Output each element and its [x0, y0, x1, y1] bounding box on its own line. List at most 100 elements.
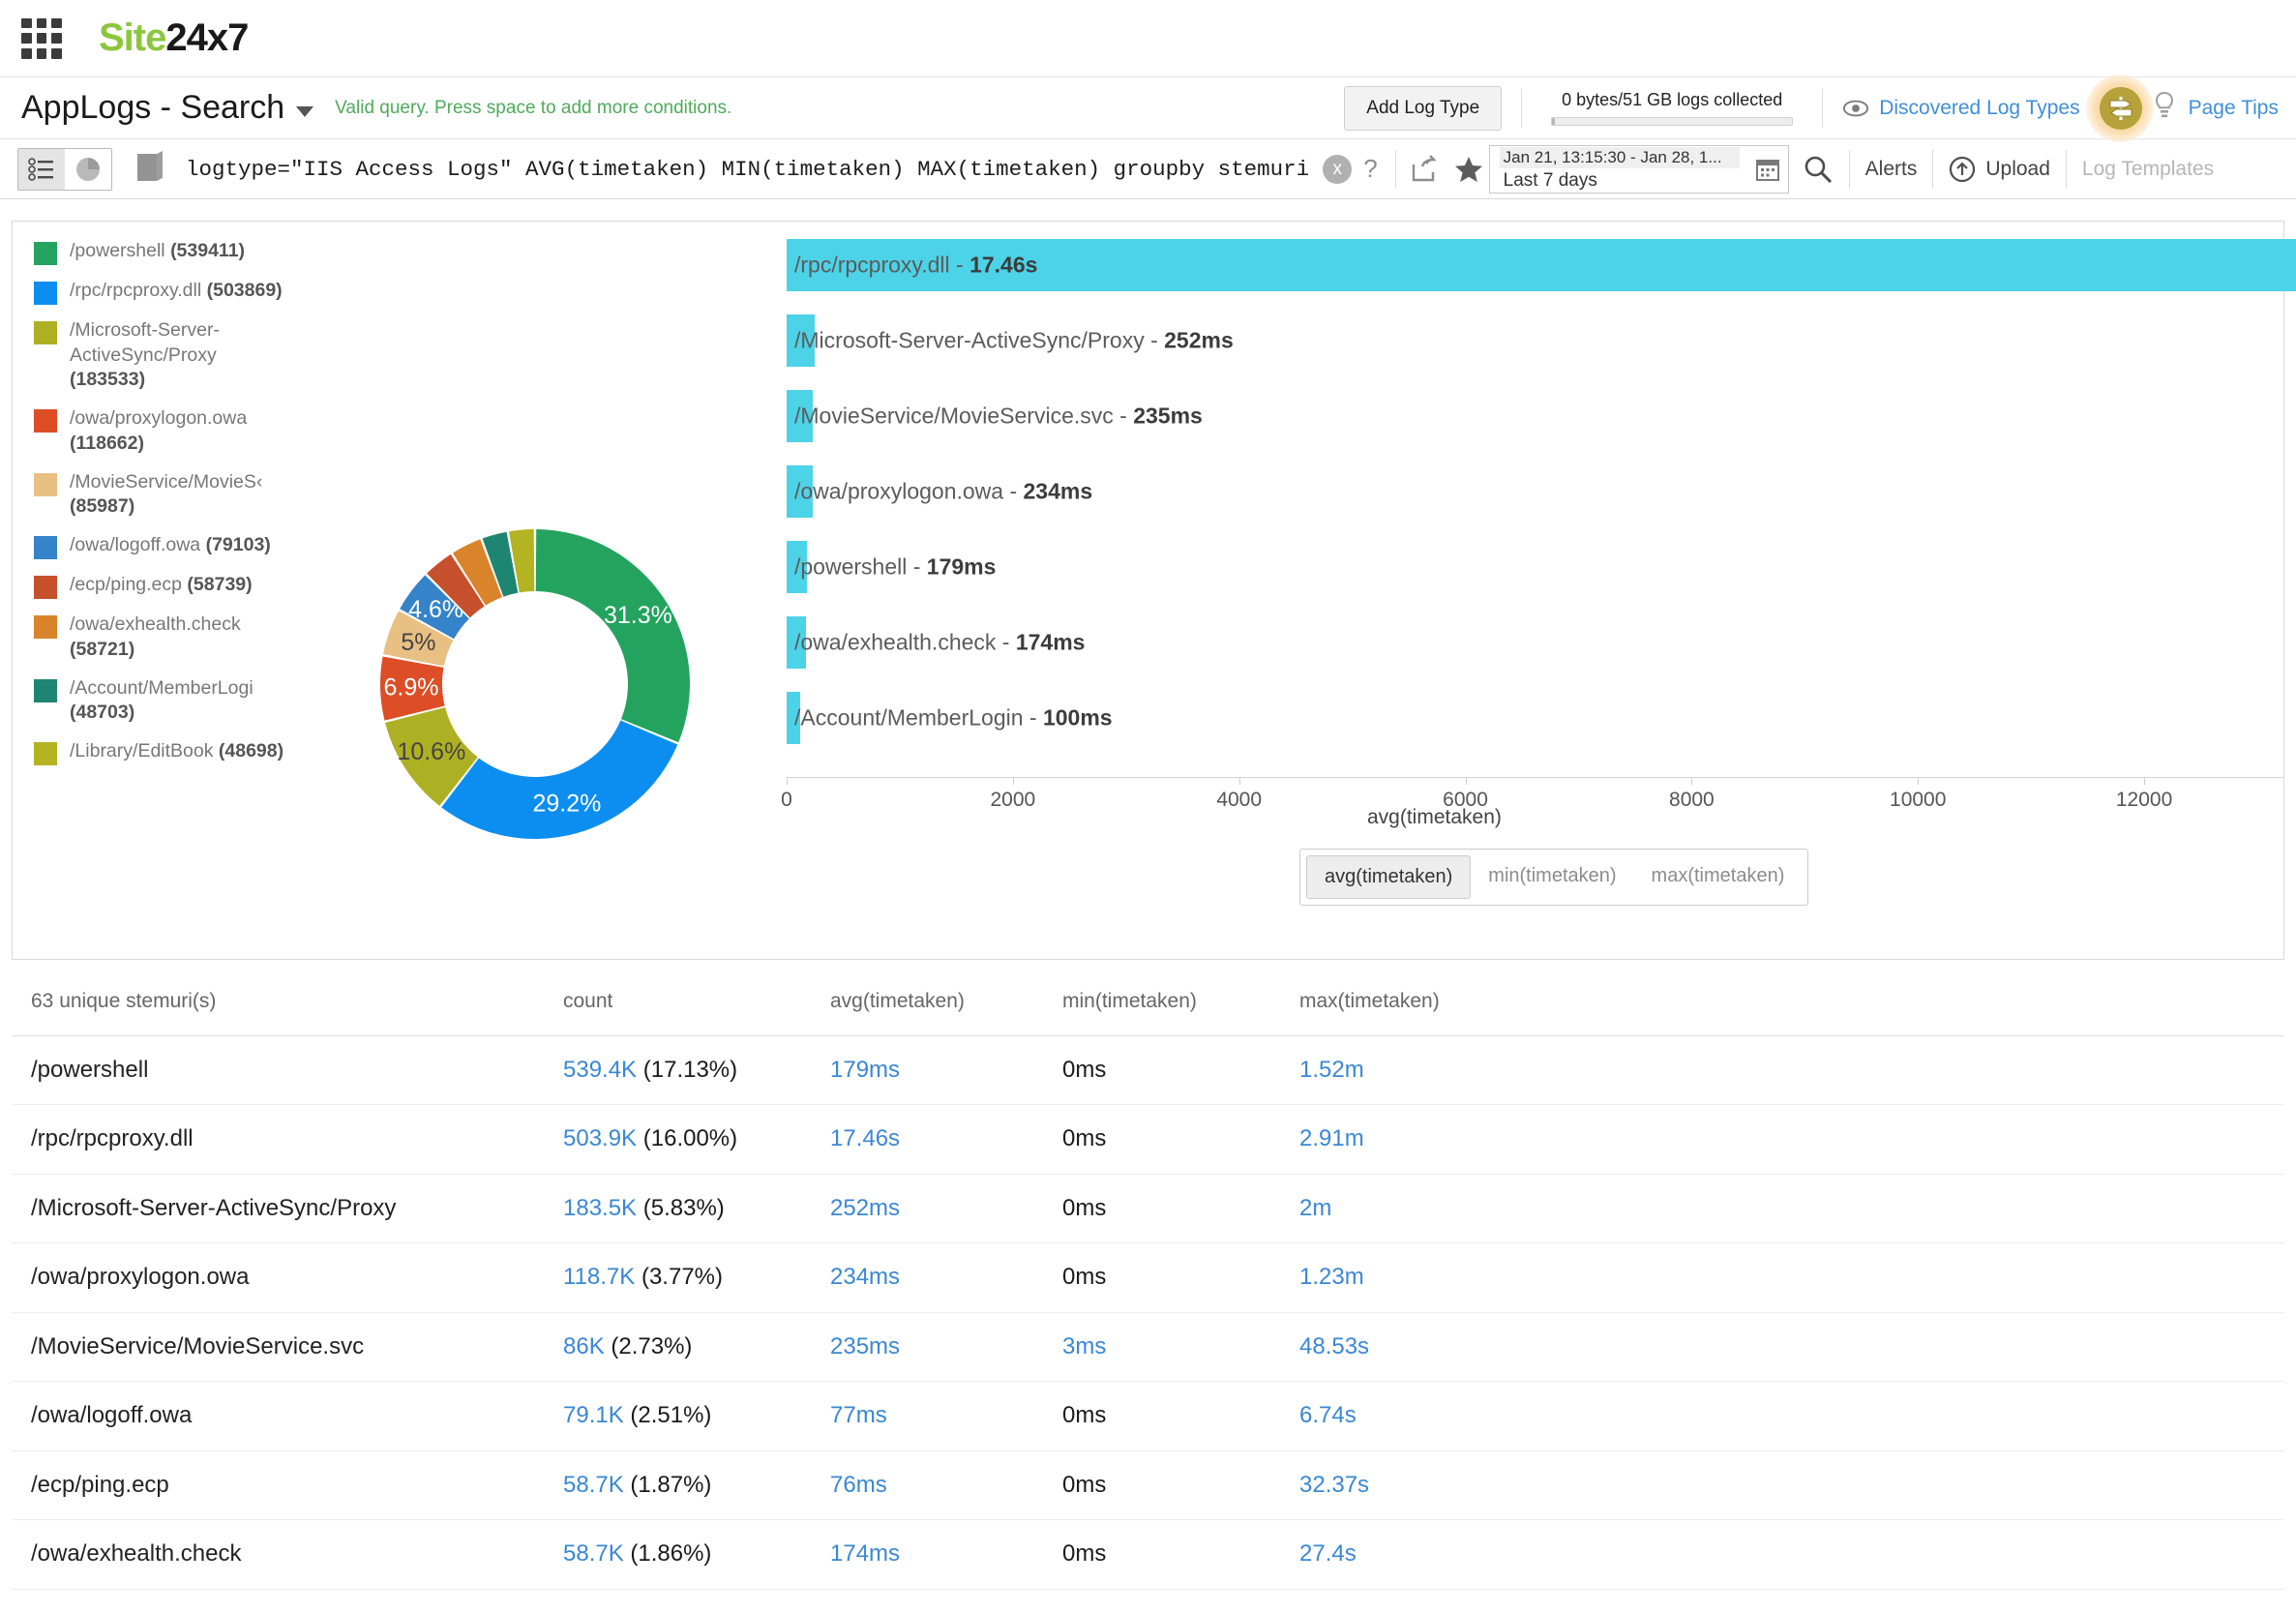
cell-avg-value[interactable]: 235ms — [830, 1333, 900, 1359]
cell-avg-value[interactable]: 77ms — [830, 1402, 887, 1428]
cell-count-value[interactable]: 58.7K — [563, 1472, 624, 1498]
cell-stemuri[interactable]: /owa/proxylogon.owa — [12, 1242, 563, 1313]
star-icon[interactable] — [1454, 155, 1483, 184]
bar-row[interactable]: /owa/exhealth.check - 174ms — [787, 616, 2281, 669]
cell-avg-value[interactable]: 179ms — [830, 1057, 900, 1083]
legend-item[interactable]: /owa/logoff.owa (79103) — [34, 533, 295, 560]
column-header-avg[interactable]: avg(timetaken) — [830, 968, 1062, 1036]
donut-slice[interactable] — [535, 529, 690, 743]
clear-query-icon[interactable]: x — [1323, 154, 1353, 184]
bar-row[interactable]: /powershell - 179ms — [787, 541, 2281, 593]
cell-avg-value[interactable]: 234ms — [830, 1264, 900, 1290]
cell-max-value[interactable]: 27.4s — [1299, 1540, 1357, 1567]
column-header-max[interactable]: max(timetaken) — [1299, 968, 2284, 1036]
cell-avg-value[interactable]: 76ms — [830, 1472, 887, 1498]
metric-tab-avgtimetaken[interactable]: avg(timetaken) — [1306, 855, 1472, 899]
legend-item[interactable]: /Microsoft-Server-ActiveSync/Proxy (1835… — [34, 318, 295, 393]
page-tips-group[interactable]: Page Tips — [2085, 74, 2279, 142]
cell-stemuri[interactable]: /powershell — [12, 1035, 563, 1105]
cell-max-value[interactable]: 1.52m — [1299, 1057, 1364, 1083]
cell-count-value[interactable]: 183.5K — [563, 1195, 637, 1221]
table-row[interactable]: /MovieService/MovieService.svc 86K (2.73%… — [12, 1312, 2284, 1382]
list-view-toggle[interactable] — [18, 148, 65, 190]
legend-item[interactable]: /powershell (539411) — [34, 239, 295, 265]
legend-item[interactable]: /MovieService/MovieS‹ (85987) — [34, 470, 295, 520]
query-help-icon[interactable]: ? — [1363, 154, 1377, 184]
cell-stemuri[interactable]: /rpc/rpcproxy.dll — [12, 1104, 563, 1175]
cell-max-value[interactable]: 32.37s — [1299, 1472, 1369, 1498]
cell-max-value[interactable]: 1.23m — [1299, 1264, 1364, 1290]
legend-item[interactable]: /Account/MemberLogi (48703) — [34, 676, 295, 726]
chart-view-toggle[interactable] — [65, 148, 111, 190]
column-header-count[interactable]: count — [563, 968, 830, 1036]
table-row[interactable]: /powershell 539.4K (17.13%) 179ms 0ms 1.52m — [12, 1035, 2284, 1105]
signpost-icon[interactable] — [2099, 86, 2142, 130]
cell-max-value[interactable]: 2m — [1299, 1195, 1331, 1221]
legend-item[interactable]: /rpc/rpcproxy.dll (503869) — [34, 279, 295, 305]
query-input[interactable]: logtype="IIS Access Logs" AVG(timetaken)… — [186, 157, 1309, 182]
bar-label: /MovieService/MovieService.svc - 235ms — [794, 403, 1203, 429]
legend-swatch — [34, 576, 57, 600]
metric-tab-mintimetaken[interactable]: min(timetaken) — [1471, 855, 1633, 899]
cell-count-value[interactable]: 539.4K — [563, 1057, 637, 1083]
cell-count-value[interactable]: 503.9K — [563, 1125, 637, 1151]
upload-link[interactable]: Upload — [1985, 158, 2050, 181]
table-row[interactable]: /owa/exhealth.check 58.7K (1.86%) 174ms 0ms… — [12, 1519, 2284, 1590]
discovered-log-types-link[interactable]: Discovered Log Types — [1879, 97, 2079, 120]
cell-max: 2m — [1299, 1174, 2284, 1243]
table-row[interactable]: /Microsoft-Server-ActiveSync/Proxy 183.5K… — [12, 1174, 2284, 1243]
view-mode-toggle[interactable] — [17, 147, 112, 191]
cell-stemuri[interactable]: /Microsoft-Server-ActiveSync/Proxy — [12, 1174, 563, 1243]
bar-row[interactable]: /Microsoft-Server-ActiveSync/Proxy - 252… — [787, 314, 2281, 367]
cell-count-value[interactable]: 58.7K — [563, 1540, 624, 1567]
share-icon[interactable] — [1410, 154, 1439, 184]
cell-count-value[interactable]: 86K — [563, 1333, 605, 1359]
calendar-icon[interactable] — [1747, 146, 1788, 193]
cell-stemuri[interactable]: /ecp/ping.ecp — [12, 1450, 563, 1520]
legend-item[interactable]: /ecp/ping.ecp (58739) — [34, 573, 295, 600]
cell-avg-value[interactable]: 17.46s — [830, 1125, 900, 1151]
cell-max-value[interactable]: 2.91m — [1299, 1125, 1364, 1151]
bar-label: /rpc/rpcproxy.dll - 17.46s — [794, 252, 1038, 278]
cell-avg-value[interactable]: 174ms — [830, 1540, 900, 1567]
metric-tab-maxtimetaken[interactable]: max(timetaken) — [1634, 855, 1803, 899]
bar-row[interactable]: /Account/MemberLogin - 100ms — [787, 692, 2281, 744]
search-icon[interactable] — [1803, 154, 1834, 185]
donut-slice-label: 10.6% — [397, 738, 465, 765]
add-log-type-button[interactable]: Add Log Type — [1344, 85, 1503, 131]
column-header-min[interactable]: min(timetaken) — [1062, 968, 1299, 1036]
date-range-picker[interactable]: Jan 21, 13:15:30 - Jan 28, 1... Last 7 d… — [1488, 144, 1789, 194]
cell-stemuri[interactable]: /owa/exhealth.check — [12, 1519, 563, 1590]
donut-chart[interactable]: 31.3% 29.2% 10.6% 6.9% 5% 4.6% — [303, 452, 767, 916]
chevron-down-icon[interactable] — [296, 106, 314, 117]
upload-icon[interactable] — [1949, 156, 1976, 183]
cell-min-value[interactable]: 3ms — [1062, 1333, 1106, 1359]
metric-selector[interactable]: avg(timetaken) min(timetaken) max(timetake… — [1299, 849, 1809, 906]
table-row[interactable]: /owa/logoff.owa 79.1K (2.51%) 77ms 0ms 6.74s — [12, 1381, 2284, 1451]
log-templates-link[interactable]: Log Templates — [2082, 158, 2214, 181]
page-tips-link[interactable]: Page Tips — [2189, 97, 2279, 120]
donut-slice[interactable] — [441, 720, 678, 839]
cell-stemuri[interactable]: /MovieService/MovieService.svc — [12, 1312, 563, 1382]
bar-row[interactable]: /rpc/rpcproxy.dll - 17.46s — [787, 239, 2296, 291]
legend-item[interactable]: /owa/proxylogon.owa (118662) — [34, 406, 295, 456]
app-grid-icon[interactable] — [21, 17, 62, 59]
legend-item[interactable]: /owa/exhealth.check (58721) — [34, 612, 295, 662]
cell-max-value[interactable]: 48.53s — [1299, 1333, 1369, 1359]
table-row[interactable]: /rpc/rpcproxy.dll 503.9K (16.00%) 17.46s 0m… — [12, 1104, 2284, 1175]
alerts-link[interactable]: Alerts — [1865, 158, 1918, 181]
bar-row[interactable]: /MovieService/MovieService.svc - 235ms — [787, 390, 2281, 442]
bar-row[interactable]: /owa/proxylogon.owa - 234ms — [787, 465, 2281, 518]
legend-item[interactable]: /Library/EditBook (48698) — [34, 739, 295, 766]
site24x7-logo[interactable]: Site24x7 — [99, 16, 249, 60]
book-icon[interactable] — [134, 149, 166, 189]
legend-label: /MovieService/MovieS‹ (85987) — [70, 470, 263, 518]
column-header-stemuri[interactable]: 63 unique stemuri(s) — [12, 968, 563, 1036]
cell-avg-value[interactable]: 252ms — [830, 1195, 900, 1221]
table-row[interactable]: /ecp/ping.ecp 58.7K (1.87%) 76ms 0ms 32.37s — [12, 1450, 2284, 1520]
cell-max-value[interactable]: 6.74s — [1299, 1402, 1357, 1428]
cell-count-value[interactable]: 118.7K — [563, 1264, 635, 1290]
cell-count-value[interactable]: 79.1K — [563, 1402, 624, 1428]
cell-stemuri[interactable]: /owa/logoff.owa — [12, 1381, 563, 1451]
table-row[interactable]: /owa/proxylogon.owa 118.7K (3.77%) 234ms 0m… — [12, 1242, 2284, 1313]
